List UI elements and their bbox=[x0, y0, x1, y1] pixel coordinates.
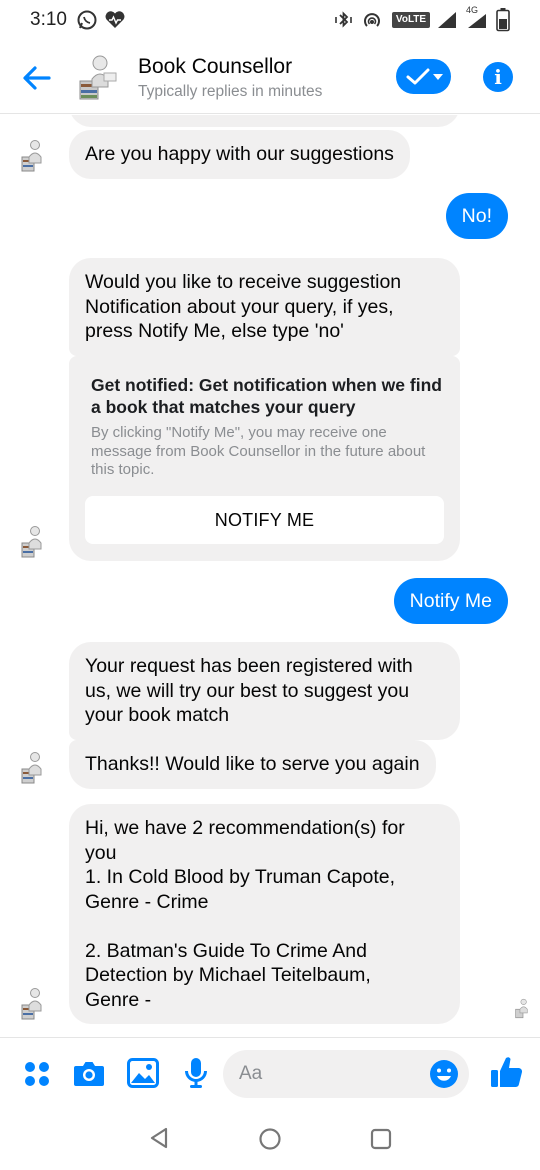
conversation-title: Book Counsellor bbox=[138, 55, 293, 78]
read-receipt-avatar bbox=[515, 998, 528, 1019]
gallery-icon[interactable] bbox=[127, 1058, 159, 1088]
notify-me-button[interactable]: NOTIFY ME bbox=[85, 496, 444, 544]
composer-bar: Aa bbox=[0, 1037, 540, 1109]
bot-avatar-small bbox=[21, 988, 42, 1020]
checkmark-icon bbox=[406, 68, 430, 85]
clock: 3:10 bbox=[30, 9, 67, 30]
conversation-subtitle: Typically replies in minutes bbox=[138, 83, 323, 100]
microphone-icon[interactable] bbox=[184, 1057, 208, 1089]
card-description: By clicking "Notify Me", you may receive… bbox=[91, 424, 426, 478]
nav-back-icon[interactable] bbox=[148, 1126, 170, 1150]
message-bubble[interactable]: Your request has been registered with us… bbox=[69, 642, 460, 740]
outgoing-message-bubble[interactable]: Notify Me bbox=[393, 578, 508, 624]
conversation-header: Book Counsellor Typically replies in min… bbox=[0, 40, 540, 114]
outgoing-message-bubble[interactable]: No! bbox=[445, 193, 508, 239]
card-title: Get notified: Get notification when we f… bbox=[91, 375, 442, 417]
signal-icon bbox=[438, 12, 456, 28]
heart-pulse-icon bbox=[105, 11, 125, 29]
chevron-down-icon bbox=[433, 74, 443, 80]
status-bar: 3:10 VoLTE 4G bbox=[0, 0, 540, 40]
info-icon[interactable]: i bbox=[483, 62, 513, 92]
message-bubble[interactable]: Thanks!! Would like to serve you again bbox=[69, 740, 436, 789]
hotspot-icon bbox=[364, 13, 380, 27]
more-apps-icon[interactable] bbox=[23, 1060, 51, 1088]
nav-home-icon[interactable] bbox=[258, 1127, 282, 1151]
volte-badge: VoLTE bbox=[392, 12, 430, 28]
thumbs-up-icon[interactable] bbox=[490, 1055, 524, 1089]
bot-avatar-small bbox=[21, 752, 42, 784]
bot-avatar-small bbox=[21, 140, 42, 172]
signal-2-icon bbox=[468, 14, 486, 28]
emoji-icon[interactable] bbox=[429, 1059, 459, 1089]
bot-avatar-small bbox=[21, 526, 42, 558]
check-dropdown-button[interactable] bbox=[396, 59, 451, 94]
bot-avatar[interactable] bbox=[76, 51, 122, 101]
message-input-placeholder: Aa bbox=[239, 1063, 263, 1084]
notify-card: Get notified: Get notification when we f… bbox=[69, 356, 460, 561]
message-bubble-partial bbox=[69, 115, 460, 127]
message-bubble[interactable]: Would you like to receive suggestion Not… bbox=[69, 258, 460, 356]
back-arrow-icon[interactable] bbox=[20, 62, 52, 94]
message-input[interactable]: Aa bbox=[223, 1050, 469, 1098]
bluetooth-vibrate-icon bbox=[335, 11, 352, 28]
battery-icon bbox=[496, 8, 510, 32]
whatsapp-icon bbox=[77, 10, 97, 30]
message-thread[interactable]: Are you happy with our suggestions No! W… bbox=[0, 115, 540, 1037]
message-bubble[interactable]: Are you happy with our suggestions bbox=[69, 130, 410, 179]
camera-icon[interactable] bbox=[73, 1059, 105, 1087]
nav-recents-icon[interactable] bbox=[370, 1128, 392, 1150]
system-navigation-bar bbox=[0, 1110, 540, 1170]
message-bubble[interactable]: Hi, we have 2 recommendation(s) for you … bbox=[69, 804, 460, 1024]
